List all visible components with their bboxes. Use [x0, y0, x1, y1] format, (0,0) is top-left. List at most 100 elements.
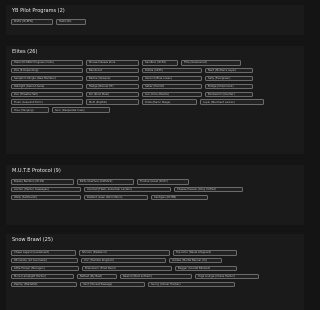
chip-row: Mora (Lamplight Harbor) Belfast (My Best)… [11, 273, 299, 280]
chip-row: Flush (Greenhill Farm) Mutt (Pupfish) Odds… [11, 99, 299, 105]
section-title: YB Pilot Programs (2) [12, 8, 65, 14]
member-chip[interactable]: Liar (Orca Atlanta) [142, 91, 202, 98]
chip-label: Nerd (Mother's sayer) [208, 69, 237, 73]
member-chip[interactable]: Brainworm (Fried Pearl) [82, 265, 172, 272]
chip-label: Hedge (Bonner PT) [89, 84, 114, 88]
chip-label: Mutt (Pupfish) [89, 100, 108, 104]
member-chip[interactable]: Ironclad (Flash, Suburban Lantern) [84, 186, 171, 193]
chip-label: Delibird (Lean Warm Moon) [87, 196, 123, 200]
chip-label: Belfast (My Best) [80, 274, 103, 278]
chip-label: Sandbox (ID:56) [145, 61, 166, 65]
chip-label: Birds Overture (OldStick) [80, 180, 113, 184]
chip-label: Flush (Greenhill Farm) [14, 100, 43, 104]
member-chip[interactable]: Wally (Saltmarsh) [11, 194, 81, 201]
section-title: M.U.T.E Protocol (9) [12, 168, 61, 174]
member-chip[interactable]: Zephyr (Bladefall) [11, 281, 77, 288]
member-chip[interactable]: Hedge (Bonner PT) [86, 83, 139, 90]
member-chip[interactable]: Nerd (Mother's sayer) [205, 67, 253, 74]
member-chip[interactable]: Zoo (Theatre Hall) [11, 91, 83, 98]
chip-row: Wally (Saltmarsh) Delibird (Lean Warm Moo… [11, 194, 299, 201]
chip-label: Brainworm (Fried Pearl) [85, 267, 116, 271]
member-chip[interactable]: Belfast (My Best) [77, 273, 117, 280]
member-chip[interactable]: Vent (Honest Passage) [80, 281, 145, 288]
member-chip[interactable]: Birds Overture (OldStick) [77, 179, 134, 185]
chip-label: Wally (Saltmarsh) [14, 196, 37, 200]
member-chip[interactable]: Rewind (Bold anthem) [120, 273, 192, 280]
chip-label: Prefix (ID:8FN) [14, 20, 33, 24]
chip-label: Dahlia (1435) [145, 69, 163, 73]
chip-label: Zephyr (Bladefall) [14, 282, 38, 286]
member-chip[interactable]: Lupin (Merchant Lancer) [200, 99, 264, 105]
member-chip[interactable]: Winnerzip (Lit Gunmaker) [11, 257, 78, 264]
member-chip[interactable]: Cardigan (ID:MB) [151, 194, 208, 201]
member-chip[interactable]: Zoe (8 Depending) [11, 67, 83, 74]
member-chip[interactable]: Heist (ID:8902 Progress mode) [11, 60, 83, 66]
member-chip[interactable]: Bookworm (Quarter) [205, 91, 253, 98]
member-chip[interactable]: Flush (Greenhill Farm) [11, 99, 83, 105]
member-chip[interactable]: Top Actor (Naval Lifeguard) [173, 250, 237, 256]
member-chip[interactable]: Little Harper (Nonagon) [11, 265, 79, 272]
chip-label: Koi (Pond Pixel) [89, 92, 109, 96]
section-2: M.U.T.E Protocol (9) Breezy Bamboo (ID:49… [6, 165, 304, 225]
chip-label: Unc (Humble Kingdom) [84, 259, 115, 263]
chip-label: Rewind (Bold anthem) [123, 274, 152, 278]
chip-label: Starlight (Garnet Aerie) [14, 84, 45, 88]
chip-label: Hive (Hanging) [14, 108, 34, 112]
member-chip[interactable]: Fondue Quest (ID:67) [137, 179, 189, 185]
member-chip[interactable]: Prefix (ID:8FN) [11, 19, 53, 25]
section-1: Elites (26) Heist (ID:8902 Progress mode)… [6, 46, 304, 154]
member-chip[interactable]: Delibird (Lean Warm Moon) [84, 194, 148, 201]
member-chip[interactable]: Koi (Pond Pixel) [86, 91, 139, 98]
member-chip[interactable]: Chase Legend (Lieutenant) [11, 250, 76, 256]
member-chip[interactable]: Sunny (Clover Tracker) [148, 281, 235, 288]
member-chip[interactable]: Gerund (Blue ocean) [142, 75, 202, 82]
member-chip[interactable]: Bridge (Chirpmonk) [205, 83, 253, 90]
chip-label: Chase Legend (Lieutenant) [14, 251, 50, 255]
chip-row: Anchor (Harbor messages) Ironclad (Flash,… [11, 186, 299, 193]
page: YB Pilot Programs (2) Prefix (ID:8FN) Test… [0, 0, 310, 310]
member-chip[interactable]: Hive (Hanging) [11, 107, 49, 113]
member-chip[interactable]: Sally (Evergreen) [205, 75, 253, 82]
chip-label: Beggar (Scarlet Blizzard) [178, 267, 211, 271]
chip-label: Mora (Lamplight Harbor) [14, 274, 47, 278]
member-chip[interactable]: Sour (Desperate Cues) [52, 107, 110, 113]
member-chip[interactable]: Starlight (Garnet Aerie) [11, 83, 83, 90]
section-0: YB Pilot Programs (2) Prefix (ID:8FN) Test… [6, 5, 304, 35]
chip-label: Test4 (ID) [59, 20, 72, 24]
member-chip[interactable]: Mouse Classes store [86, 60, 139, 66]
chip-row: Prefix (ID:8FN) Test4 (ID) [11, 19, 299, 25]
chip-row: Heist (ID:8902 Progress mode) Mouse Class… [11, 60, 299, 66]
chip-row: Zoo (Theatre Hall) Koi (Pond Pixel) Liar (… [11, 91, 299, 98]
member-chip[interactable]: Sandbox (ID:56) [142, 60, 178, 66]
chip-label: Anchor (Harbor messages) [14, 188, 49, 192]
member-chip[interactable]: Outlaw (Mortal Banner (0)) [169, 257, 222, 264]
chip-label: Mouse Classes store [89, 61, 116, 65]
member-chip[interactable]: Cheese Heaven (Ring Unified) [174, 186, 243, 193]
member-chip[interactable]: Odds (Parlor Stage) [142, 99, 197, 105]
member-chip[interactable]: Dahlia (1435) [142, 67, 202, 74]
member-chip[interactable]: Beggar (Scarlet Blizzard) [175, 265, 237, 272]
chip-label: Winnerzip (Lit Gunmaker) [14, 259, 48, 263]
chip-label: Zoo (Theatre Hall) [14, 92, 38, 96]
chip-label: Cheese Heaven (Ring Unified) [177, 188, 216, 192]
member-chip[interactable]: Seraphim Mingle (New Member) [11, 75, 83, 82]
chip-label: Zoe (8 Depending) [14, 69, 39, 73]
member-chip[interactable]: Mutt (Pupfish) [86, 99, 139, 105]
member-chip[interactable]: Bandicoot [86, 67, 139, 74]
member-chip[interactable]: Anchor (Harbor messages) [11, 186, 81, 193]
member-chip[interactable]: Saber (Hermit) [142, 83, 202, 90]
member-chip[interactable]: Mora (Lamplight Harbor) [11, 273, 74, 280]
member-chip[interactable]: Shroom (Eastwind) [79, 250, 170, 256]
section-title: Snow Brawl (25) [12, 237, 53, 243]
chip-row: Starlight (Garnet Aerie) Hedge (Bonner PT… [11, 83, 299, 90]
chip-label: Bookworm (Quarter) [208, 92, 235, 96]
chip-label: Title (Greenwood) [184, 61, 208, 65]
member-chip[interactable]: Title (Greenwood) [181, 60, 241, 66]
section-title: Elites (26) [12, 49, 38, 55]
member-chip[interactable]: Yoga Lounge (Chaos Harbor) [195, 273, 259, 280]
member-chip[interactable]: Test4 (ID) [56, 19, 86, 25]
member-chip[interactable]: Breezy Bamboo (ID:49) [11, 179, 74, 185]
member-chip[interactable]: Unc (Humble Kingdom) [81, 257, 166, 264]
chip-label: Liar (Orca Atlanta) [145, 92, 169, 96]
member-chip[interactable]: Barbie (Opaque) [86, 75, 139, 82]
